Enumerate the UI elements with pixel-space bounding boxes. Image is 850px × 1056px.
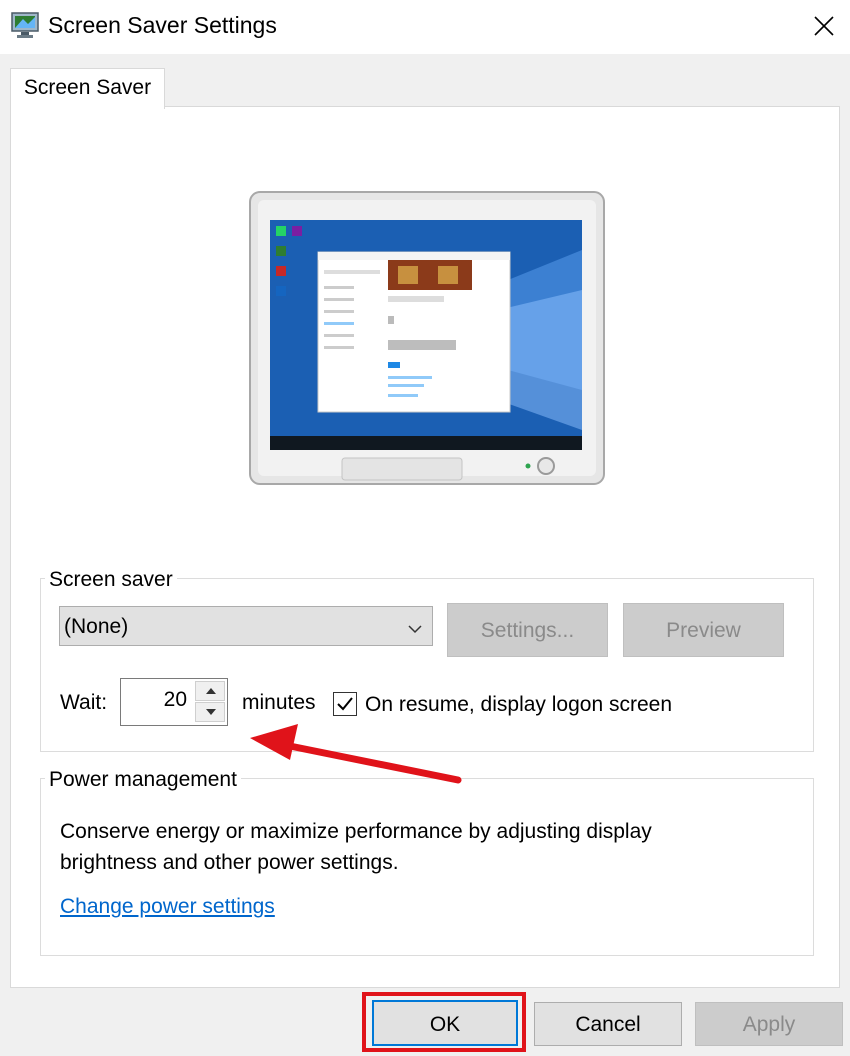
settings-button-label: Settings...	[480, 619, 575, 642]
wait-minutes-stepper[interactable]: 20	[120, 678, 228, 726]
ok-button-label: OK	[429, 1013, 461, 1036]
apply-button-label: Apply	[742, 1013, 796, 1036]
change-power-settings-link[interactable]: Change power settings	[60, 895, 275, 919]
power-management-group-label: Power management	[45, 768, 241, 792]
cancel-button[interactable]: Cancel	[534, 1002, 682, 1046]
spin-down-button[interactable]	[195, 702, 225, 722]
chevron-down-icon	[408, 621, 422, 639]
tab-label: Screen Saver	[23, 76, 152, 99]
resume-logon-label[interactable]: On resume, display logon screen	[365, 693, 672, 717]
tab-screen-saver[interactable]: Screen Saver	[10, 68, 165, 109]
select-value: (None)	[64, 615, 129, 638]
window-title: Screen Saver Settings	[48, 12, 277, 38]
monitor-preview-image	[248, 190, 606, 488]
power-description: Conserve energy or maximize performance …	[60, 820, 652, 874]
ok-button[interactable]: OK	[372, 1000, 518, 1046]
caret-up-icon	[206, 688, 216, 694]
caret-down-icon	[206, 709, 216, 715]
close-icon	[814, 16, 834, 36]
cancel-button-label: Cancel	[575, 1013, 641, 1036]
screen-saver-select[interactable]: (None)	[59, 606, 433, 646]
wait-label: Wait:	[60, 691, 108, 714]
preview-button[interactable]: Preview	[623, 603, 784, 657]
annotation-arrow	[250, 724, 462, 784]
settings-button[interactable]: Settings...	[447, 603, 608, 657]
close-button[interactable]	[800, 0, 850, 54]
preview-button-label: Preview	[666, 619, 741, 642]
wait-value: 20	[163, 688, 187, 711]
resume-logon-checkbox[interactable]	[333, 692, 357, 716]
spin-up-button[interactable]	[195, 681, 225, 701]
minutes-label: minutes	[242, 691, 316, 714]
display-settings-icon	[10, 10, 40, 40]
checkmark-icon	[337, 697, 353, 711]
apply-button[interactable]: Apply	[695, 1002, 843, 1046]
title-bar: Screen Saver Settings	[0, 0, 850, 54]
screen-saver-group-label: Screen saver	[45, 568, 177, 592]
